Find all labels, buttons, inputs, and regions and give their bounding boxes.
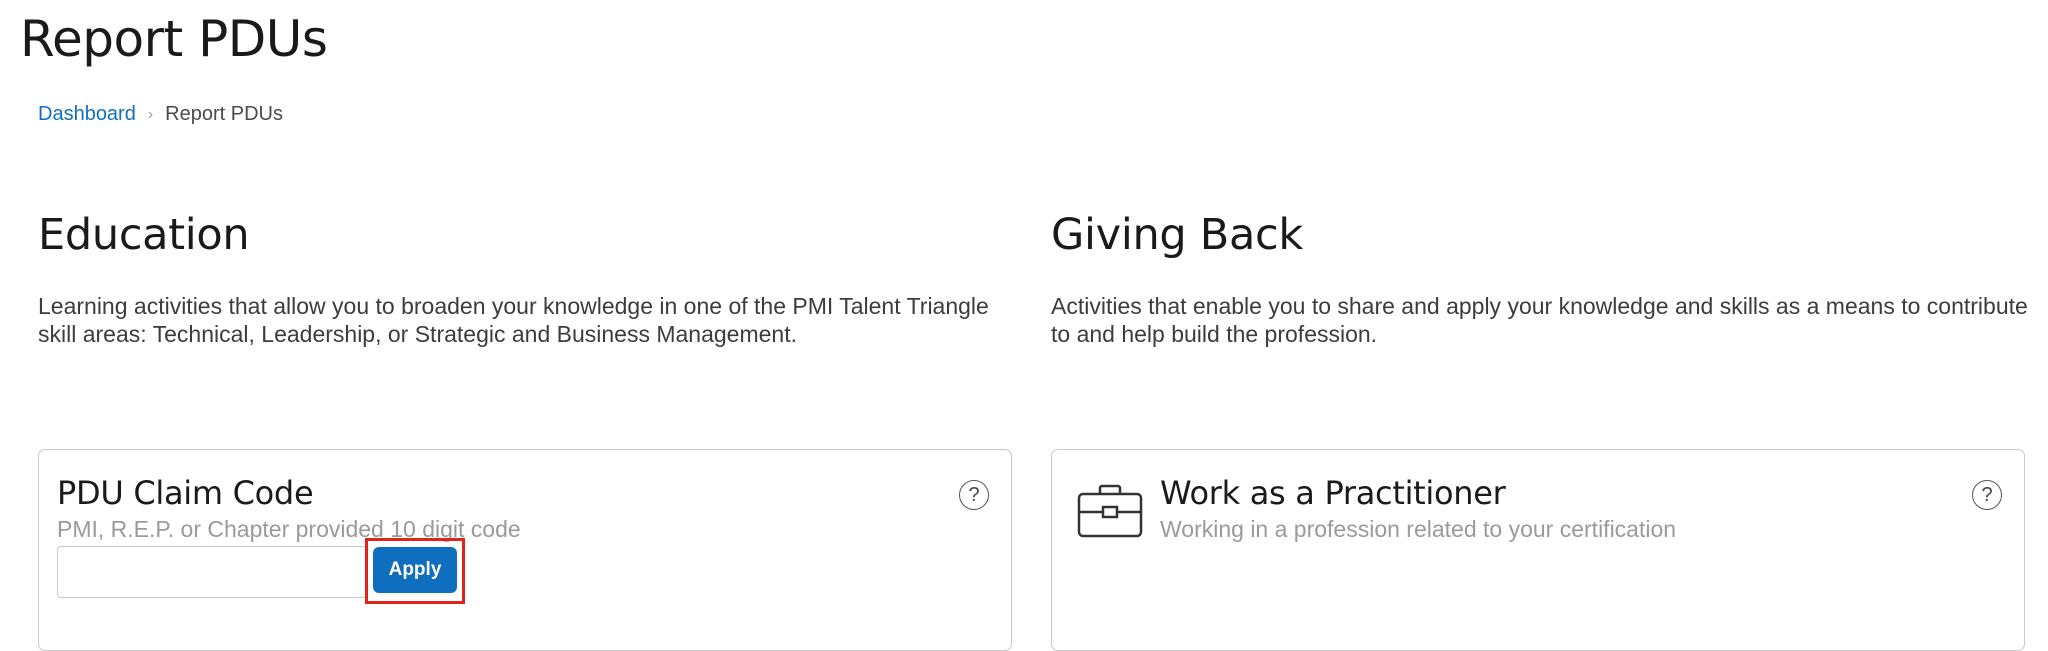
education-description: Learning activities that allow you to br… — [38, 293, 989, 347]
giving-back-section: Giving Back Activities that enable you t… — [1051, 210, 2031, 347]
education-heading: Education — [38, 210, 250, 260]
apply-button[interactable]: Apply — [373, 547, 457, 593]
work-as-practitioner-card[interactable]: Work as a Practitioner Working in a prof… — [1051, 449, 2025, 651]
question-circle-icon[interactable]: ? — [1972, 480, 2002, 510]
claim-card-title: PDU Claim Code — [57, 474, 314, 512]
giving-back-heading: Giving Back — [1051, 210, 1303, 260]
practitioner-card-subtitle: Working in a profession related to your … — [1160, 516, 1677, 542]
breadcrumb-dashboard-link[interactable]: Dashboard — [38, 103, 136, 126]
pdu-claim-code-card: PDU Claim Code PMI, R.E.P. or Chapter pr… — [38, 449, 1012, 651]
question-circle-icon[interactable]: ? — [959, 480, 989, 510]
claim-code-input[interactable] — [57, 546, 367, 598]
education-section: Education Learning activities that allow… — [38, 210, 1018, 347]
breadcrumb: Dashboard › Report PDUs — [38, 103, 283, 126]
page-title: Report PDUs — [20, 10, 328, 68]
breadcrumb-chevron-icon: › — [147, 105, 154, 123]
practitioner-card-title: Work as a Practitioner — [1160, 474, 1506, 512]
briefcase-icon — [1077, 484, 1143, 538]
breadcrumb-current: Report PDUs — [165, 103, 283, 125]
giving-back-description: Activities that enable you to share and … — [1051, 293, 2028, 347]
